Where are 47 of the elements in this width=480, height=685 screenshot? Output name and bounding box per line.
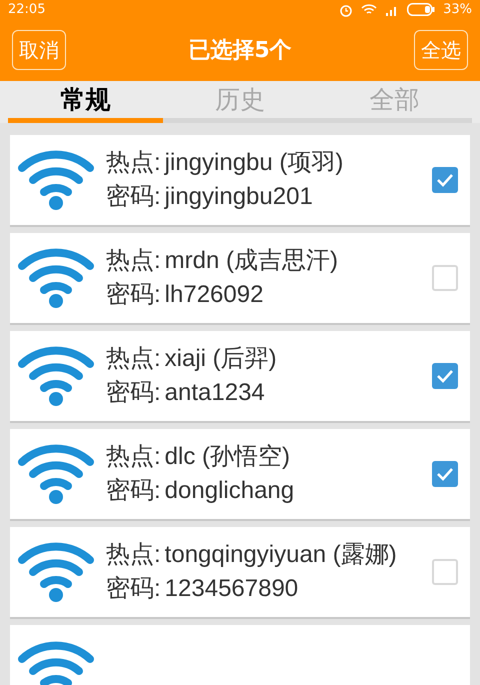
checkbox[interactable] [432,461,458,487]
password-value: donglichang [164,476,296,506]
wifi-icon [18,346,94,406]
hotspot-name: jingyingbu (项羽) [164,148,344,178]
hotspot-label: 热点: [106,148,161,178]
battery-percent: 33% [443,1,472,19]
hotspot-card[interactable]: 热点: xiaji (后羿) 密码: anta1234 [10,331,470,423]
check-icon [436,369,454,383]
hotspot-label: 热点: [106,442,161,472]
hotspot-name: xiaji (后羿) [164,344,278,374]
wifi-icon [18,641,94,685]
password-value: jingyingbu201 [164,182,314,212]
password-value: lh726092 [164,280,264,310]
hotspot-label: 热点: [106,540,161,570]
password-label: 密码: [106,476,161,506]
wifi-icon [18,542,94,602]
hotspot-name: mrdn (成吉思汗) [164,246,340,276]
hotspot-name: tongqingyiyuan (露娜) [164,540,398,570]
wifi-status-icon [361,4,378,16]
wifi-icon [18,248,94,308]
hotspot-card[interactable]: 热点: jingyingbu (项羽) 密码: jingyingbu201 [10,135,470,227]
hotspot-card[interactable]: 热点: dlc (孙悟空) 密码: donglichang [10,429,470,521]
hotspot-card[interactable] [10,625,470,685]
header-title: 已选择5个 [188,36,292,64]
checkbox[interactable] [432,363,458,389]
tab[interactable]: 常规 [8,80,163,123]
status-time: 22:05 [8,1,46,19]
wifi-icon [18,150,94,210]
hotspot-label: 热点: [106,246,161,276]
password-label: 密码: [106,378,161,408]
password-label: 密码: [106,574,161,604]
battery-icon [407,3,436,16]
wifi-icon [18,444,94,504]
password-label: 密码: [106,182,161,212]
password-value: 1234567890 [164,574,300,604]
hotspot-card[interactable]: 热点: mrdn (成吉思汗) 密码: lh726092 [10,233,470,325]
alarm-icon [339,2,354,17]
check-icon [436,467,454,481]
password-label: 密码: [106,280,161,310]
password-value: anta1234 [164,378,266,408]
checkbox[interactable] [432,167,458,193]
check-icon [436,173,454,187]
hotspot-name: dlc (孙悟空) [164,442,292,472]
checkbox[interactable] [432,559,458,585]
checkbox[interactable] [432,265,458,291]
hotspot-label: 热点: [106,344,161,374]
hotspot-card[interactable]: 热点: tongqingyiyuan (露娜) 密码: 1234567890 [10,527,470,619]
